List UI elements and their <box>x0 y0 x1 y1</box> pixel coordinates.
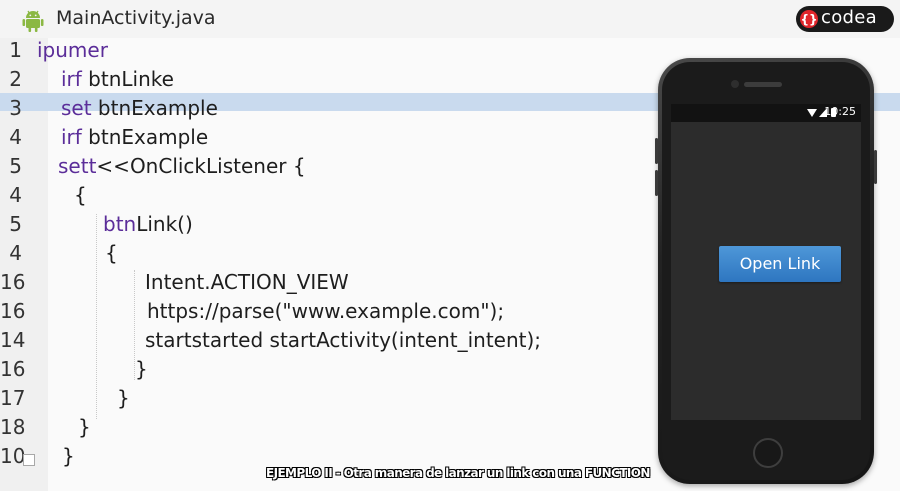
line-number: 5 <box>9 212 22 236</box>
line-number: 16 <box>0 299 26 323</box>
code-text: } <box>135 357 148 381</box>
code-content: btnLinke <box>81 67 174 91</box>
line-number: 2 <box>9 67 22 91</box>
code-content: btnExample <box>91 96 218 120</box>
home-button <box>753 438 783 468</box>
code-content: Link() <box>136 212 193 236</box>
brand-name: codea <box>821 7 877 28</box>
phone-screen: 10:25 Open Link <box>671 104 861 420</box>
code-text: btnLink() <box>103 212 193 236</box>
code-text: } <box>62 444 75 468</box>
line-number: 1 <box>9 38 22 62</box>
editor-tab-bar: MainActivity.java {} codea <box>0 0 900 39</box>
line-number: 3 <box>9 96 22 120</box>
code-content: { <box>74 183 87 207</box>
line-number: 4 <box>9 241 22 265</box>
code-text: } <box>78 415 91 439</box>
line-number: 10 <box>0 444 26 468</box>
code-text: } <box>117 386 130 410</box>
fold-toggle[interactable] <box>23 454 35 466</box>
code-text: Intent.ACTION_VIEW <box>145 270 349 294</box>
status-time: 10:25 <box>824 105 856 118</box>
code-text: { <box>74 183 87 207</box>
code-content: { <box>105 241 118 265</box>
file-name-tab[interactable]: MainActivity.java <box>56 7 216 29</box>
code-text: irf btnLinke <box>61 67 174 91</box>
codea-logo-icon: {} <box>800 10 818 28</box>
line-number: 18 <box>0 415 26 439</box>
wifi-icon <box>807 109 817 117</box>
code-text: irf btnExample <box>61 125 208 149</box>
codea-logo: {} codea <box>796 6 894 32</box>
earpiece-speaker <box>744 82 782 87</box>
code-keyword: irf <box>61 67 82 91</box>
code-keyword: irf <box>61 125 82 149</box>
code-text: startstarted startActivity(intent_intent… <box>145 328 541 352</box>
power-button <box>874 150 877 184</box>
code-content: } <box>135 357 148 381</box>
code-content: startstarted startActivity(intent_intent… <box>145 328 542 352</box>
line-number: 4 <box>9 183 22 207</box>
code-keyword: ipumer <box>37 38 108 62</box>
code-text: set btnExample <box>61 96 218 120</box>
code-content: btnExample <box>81 125 209 149</box>
line-number: 14 <box>0 328 26 352</box>
status-bar: 10:25 <box>671 104 861 122</box>
code-content: https://parse("www.example.com"); <box>147 299 505 323</box>
open-link-button[interactable]: Open Link <box>719 246 841 282</box>
code-text: sett<<OnClickListener { <box>58 154 306 178</box>
phone-mockup: 10:25 Open Link <box>655 58 877 484</box>
code-content: } <box>78 415 91 439</box>
svg-text:{}: {} <box>800 13 817 27</box>
line-number: 4 <box>9 125 22 149</box>
volume-up-button <box>655 138 658 164</box>
code-content: } <box>62 444 75 468</box>
volume-down-button <box>655 170 658 196</box>
code-content: Intent.ACTION_VIEW <box>145 270 349 294</box>
code-keyword: set <box>61 96 92 120</box>
video-caption: EJEMPLO II - Otra manera de lanzar un li… <box>266 466 650 480</box>
code-content: } <box>117 386 130 410</box>
line-number: 16 <box>0 357 26 381</box>
code-content: <<OnClickListener { <box>96 154 306 178</box>
line-number: 17 <box>0 386 26 410</box>
front-camera <box>731 80 739 88</box>
code-text: https://parse("www.example.com"); <box>147 299 504 323</box>
android-icon <box>22 10 44 32</box>
line-number: 5 <box>9 154 22 178</box>
code-keyword: btn <box>103 212 137 236</box>
code-text: { <box>105 241 118 265</box>
code-keyword: sett <box>58 154 97 178</box>
code-text: ipumer <box>37 38 108 62</box>
line-number: 16 <box>0 270 26 294</box>
